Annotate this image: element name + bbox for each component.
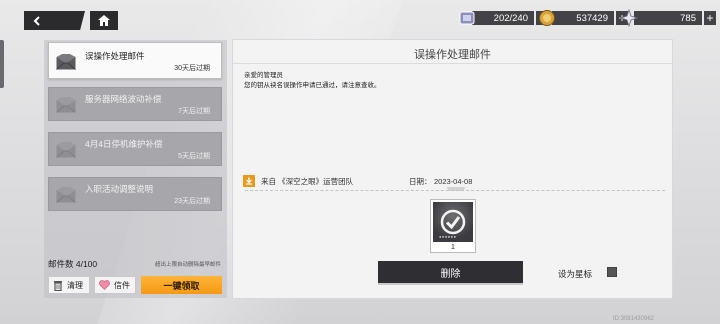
top-bar: 202/240 + 537429 + 785 + xyxy=(0,0,720,34)
mail-date: 2023-04-08 xyxy=(434,176,473,186)
mail-item-title: 4月4日停机维护补偿 xyxy=(85,139,163,149)
mail-limit-note: 超出上限自动删除最早邮件 xyxy=(154,262,221,268)
clear-button-label: 清理 xyxy=(67,280,83,290)
clear-button[interactable]: 清理 xyxy=(48,276,90,294)
mail-item-expire: 23天后过期 xyxy=(174,198,210,205)
envelope-icon xyxy=(56,54,76,70)
coin-value: 537429 xyxy=(552,11,614,25)
crystal-resource: 785 + xyxy=(620,9,716,27)
mail-item-expire: 7天后过期 xyxy=(178,108,210,115)
home-button[interactable] xyxy=(90,11,118,30)
mail-item-title: 入职活动调整说明 xyxy=(85,184,154,194)
rarity-dots: ●●●●●● xyxy=(439,234,457,239)
mail-count: 邮件数 4/100 xyxy=(48,259,98,269)
title-divider xyxy=(233,63,672,64)
stamina-icon xyxy=(459,11,475,25)
coin-icon xyxy=(539,10,555,26)
star-label: 设为星标 xyxy=(558,269,593,279)
user-id: ID:3081430962 xyxy=(612,316,654,322)
envelope-icon xyxy=(56,97,76,113)
crystal-value: 785 xyxy=(634,11,702,25)
mail-body: 您的钥从袂名误操作申请已通过，请注意查收。 xyxy=(244,82,381,89)
stamina-resource: 202/240 + xyxy=(458,10,548,26)
delete-button[interactable]: 删除 xyxy=(378,261,523,283)
checkmark-badge-icon xyxy=(440,209,466,235)
attachment-count: 1 xyxy=(451,244,455,251)
claim-all-button[interactable]: 一键领取 xyxy=(141,276,222,294)
heart-icon xyxy=(99,280,110,290)
download-icon xyxy=(243,175,255,187)
stamina-value: 202/240 xyxy=(472,11,534,25)
mail-detail-title: 误操作处理邮件 xyxy=(414,49,491,61)
back-arrow-icon xyxy=(33,15,40,26)
mail-item[interactable]: 入职活动调整说明 23天后过期 xyxy=(48,177,222,211)
date-label: 日期： xyxy=(409,176,432,186)
side-edge-tab[interactable] xyxy=(0,40,4,88)
letters-button[interactable]: 信件 xyxy=(94,276,136,294)
mail-item-title: 服务器网络波动补偿 xyxy=(85,94,162,104)
mail-item-title: 误操作处理邮件 xyxy=(85,51,145,61)
sender-row: 来自 《深空之眼》运营团队 日期： 2023-04-08 xyxy=(243,175,663,187)
mail-item-expire: 30天后过期 xyxy=(174,65,210,72)
envelope-icon xyxy=(56,187,76,203)
star-checkbox[interactable] xyxy=(607,267,617,277)
coin-resource: 537429 + xyxy=(538,10,628,26)
envelope-icon xyxy=(56,142,76,158)
mail-greeting: 亲爱的管理员 xyxy=(244,72,283,79)
mail-sender: 来自 《深空之眼》运营团队 xyxy=(261,176,354,186)
back-button[interactable] xyxy=(24,11,85,30)
mail-detail-panel: 误操作处理邮件 亲爱的管理员 您的钥从袂名误操作申请已通过，请注意查收。 来自 … xyxy=(232,39,673,299)
mail-item[interactable]: 服务器网络波动补偿 7天后过期 xyxy=(48,87,222,121)
dashed-divider xyxy=(245,190,665,191)
mail-item-expire: 5天后过期 xyxy=(178,153,210,160)
mail-list-footer: 邮件数 4/100 超出上限自动删除最早邮件 清理 信件 一键领取 xyxy=(44,252,227,298)
mail-item[interactable]: 误操作处理邮件 30天后过期 xyxy=(48,42,222,79)
crystal-add-button[interactable]: + xyxy=(704,11,716,25)
mail-item[interactable]: 4月4日停机维护补偿 5天后过期 xyxy=(48,132,222,166)
home-icon xyxy=(98,15,110,26)
letters-button-label: 信件 xyxy=(114,280,130,290)
trash-icon xyxy=(54,280,62,291)
crystal-icon xyxy=(620,9,638,27)
attachment-item[interactable]: ●●●●●● 1 xyxy=(430,199,476,253)
